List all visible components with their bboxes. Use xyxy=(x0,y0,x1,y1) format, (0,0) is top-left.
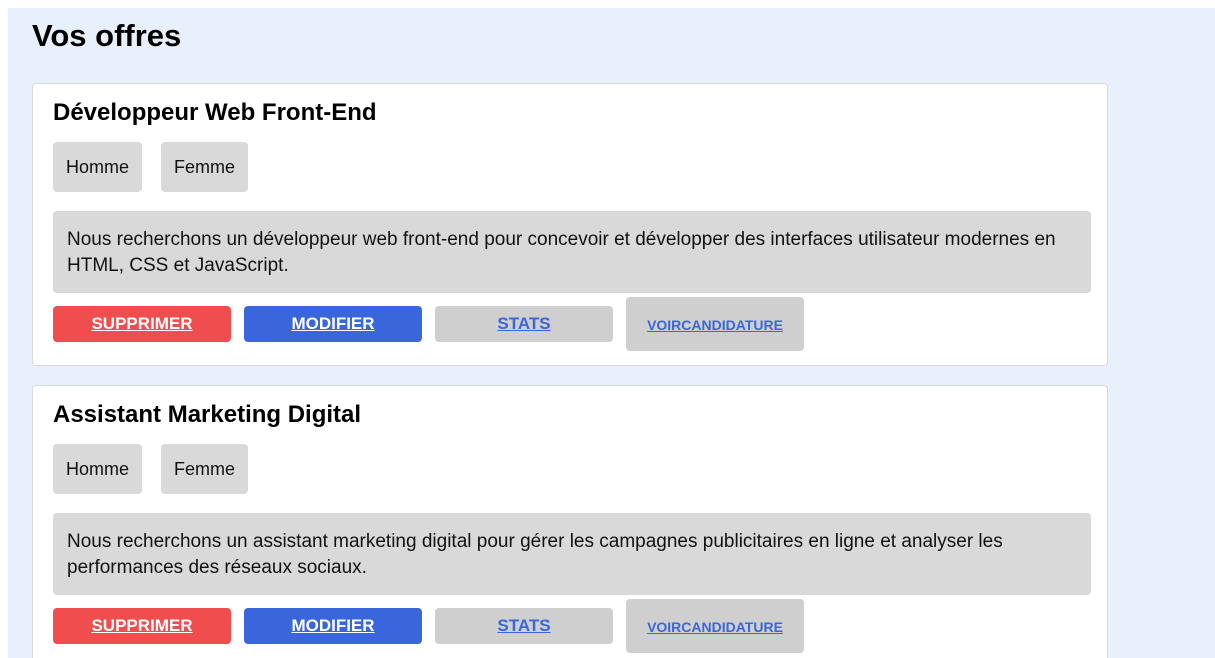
delete-button[interactable]: SUPPRIMER xyxy=(53,608,231,644)
gender-tag-femme: Femme xyxy=(161,142,249,192)
stats-button[interactable]: STATS xyxy=(435,608,613,644)
offers-page: Vos offres Développeur Web Front-End Hom… xyxy=(8,8,1215,658)
view-applications-button[interactable]: VOIR CANDIDATURE xyxy=(626,297,804,351)
stats-button[interactable]: STATS xyxy=(435,306,613,342)
offer-card: Assistant Marketing Digital Homme Femme … xyxy=(32,385,1108,658)
edit-button[interactable]: MODIFIER xyxy=(244,306,422,342)
gender-tag-homme: Homme xyxy=(53,444,143,494)
view-applications-label-line2: CANDIDATURE xyxy=(681,316,783,333)
gender-tags: Homme Femme xyxy=(53,142,249,192)
view-applications-label-line2: CANDIDATURE xyxy=(681,618,783,635)
offer-title: Développeur Web Front-End xyxy=(53,99,377,126)
offer-actions: SUPPRIMER MODIFIER STATS VOIR CANDIDATUR… xyxy=(53,297,804,351)
edit-button[interactable]: MODIFIER xyxy=(244,608,422,644)
view-applications-label-line1: VOIR xyxy=(647,618,682,635)
gender-tags: Homme Femme xyxy=(53,444,249,494)
offer-description: Nous recherchons un développeur web fron… xyxy=(53,211,1091,293)
offer-title: Assistant Marketing Digital xyxy=(53,401,362,428)
offer-description: Nous recherchons un assistant marketing … xyxy=(53,513,1091,595)
view-applications-label-line1: VOIR xyxy=(647,316,682,333)
page-title: Vos offres xyxy=(32,18,182,53)
delete-button[interactable]: SUPPRIMER xyxy=(53,306,231,342)
view-applications-button[interactable]: VOIR CANDIDATURE xyxy=(626,599,804,653)
gender-tag-femme: Femme xyxy=(161,444,249,494)
offer-actions: SUPPRIMER MODIFIER STATS VOIR CANDIDATUR… xyxy=(53,599,804,653)
offer-card: Développeur Web Front-End Homme Femme No… xyxy=(32,83,1108,366)
gender-tag-homme: Homme xyxy=(53,142,143,192)
